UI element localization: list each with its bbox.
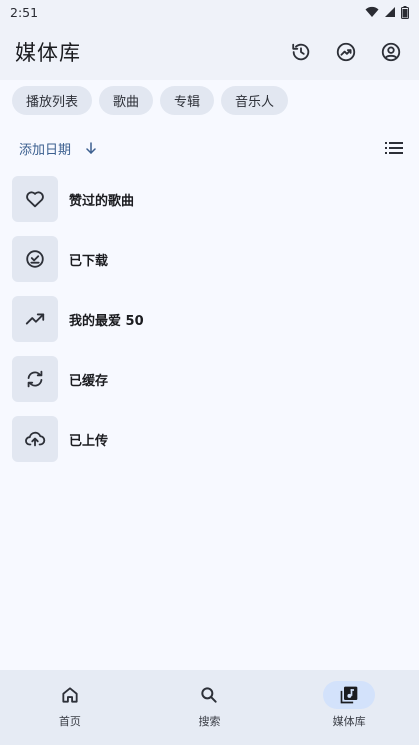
- battery-icon: [401, 5, 409, 19]
- chip-songs[interactable]: 歌曲: [99, 86, 154, 115]
- item-thumbnail: [12, 236, 58, 282]
- item-label: 已下载: [69, 253, 109, 269]
- chip-albums[interactable]: 专辑: [160, 86, 215, 115]
- nav-library[interactable]: 媒体库: [304, 681, 394, 729]
- heart-icon: [26, 191, 44, 208]
- account-button[interactable]: [375, 36, 407, 68]
- nav-search-label: 搜索: [198, 715, 221, 728]
- list-view-icon: [385, 141, 403, 154]
- item-thumbnail: [12, 296, 58, 342]
- stats-button[interactable]: [330, 36, 362, 68]
- wifi-icon: [365, 6, 379, 17]
- cached-icon: [27, 370, 43, 388]
- nav-home-label: 首页: [58, 715, 81, 728]
- library-music-icon: [340, 686, 358, 704]
- item-thumbnail: [12, 356, 58, 402]
- library-list: 赞过的歌曲 已下载 我的最爱 50 已缓存 已上传: [0, 170, 419, 462]
- nav-home[interactable]: 首页: [25, 681, 115, 729]
- signal-icon: [385, 7, 395, 17]
- appbar-actions: [285, 36, 407, 68]
- list-item-liked-songs[interactable]: 赞过的歌曲: [12, 176, 419, 222]
- arrow-down-icon: [86, 142, 96, 154]
- sort-button[interactable]: 添加日期: [19, 139, 97, 158]
- nav-library-label: 媒体库: [332, 715, 366, 728]
- item-label: 已上传: [69, 433, 109, 449]
- chip-playlists[interactable]: 播放列表: [12, 86, 93, 115]
- list-item-top-50[interactable]: 我的最爱 50: [12, 296, 419, 342]
- nav-search[interactable]: 搜索: [164, 681, 254, 729]
- cloud-upload-icon: [25, 431, 46, 447]
- download-check-icon: [26, 250, 44, 268]
- app-bar: 媒体库: [0, 24, 419, 80]
- chip-artists[interactable]: 音乐人: [221, 86, 289, 115]
- history-icon: [292, 43, 310, 61]
- home-icon: [62, 687, 78, 703]
- filter-chips: 播放列表 歌曲 专辑 音乐人: [0, 80, 419, 120]
- view-mode-button[interactable]: [385, 139, 403, 158]
- nav-home-pill: [44, 681, 96, 709]
- trending-up-icon: [25, 313, 45, 325]
- page-title: 媒体库: [15, 41, 81, 65]
- item-thumbnail: [12, 176, 58, 222]
- item-label: 赞过的歌曲: [69, 193, 135, 209]
- history-button[interactable]: [285, 36, 317, 68]
- item-thumbnail: [12, 416, 58, 462]
- sort-label: 添加日期: [19, 142, 72, 158]
- status-time: 2:51: [10, 4, 39, 20]
- status-icons: [365, 5, 409, 19]
- top-area: 2:51 媒体库: [0, 0, 419, 80]
- item-label: 已缓存: [69, 373, 109, 389]
- bottom-navigation: 首页 搜索 媒体库: [0, 670, 419, 745]
- list-item-uploaded[interactable]: 已上传: [12, 416, 419, 462]
- nav-search-pill: [183, 681, 235, 709]
- item-label: 我的最爱 50: [69, 313, 144, 329]
- nav-library-pill: [323, 681, 376, 709]
- sort-row: 添加日期: [0, 126, 419, 170]
- status-bar: 2:51: [0, 0, 419, 24]
- account-circle-icon: [381, 42, 401, 62]
- trending-circle-icon: [336, 42, 356, 62]
- list-item-cached[interactable]: 已缓存: [12, 356, 419, 402]
- list-item-downloaded[interactable]: 已下载: [12, 236, 419, 282]
- search-icon: [201, 687, 218, 703]
